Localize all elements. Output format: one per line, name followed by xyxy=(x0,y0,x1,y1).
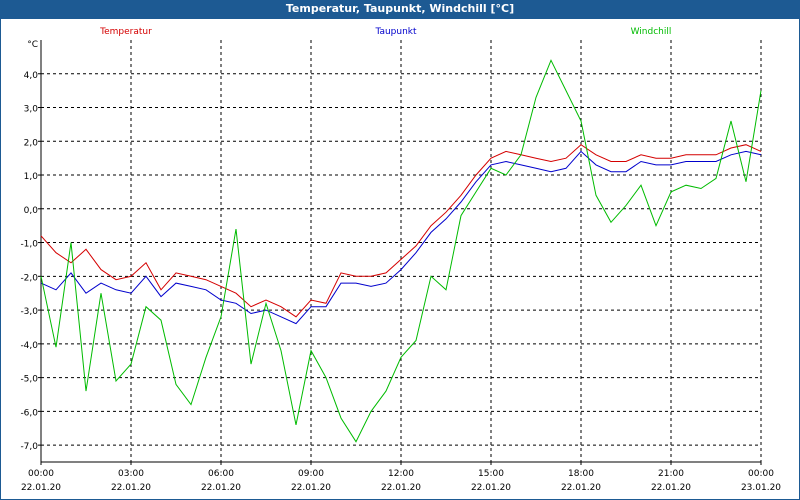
chart-frame: 4,0 3,0 2,0 1,0 0,0 -1,0 -2,0 -3,0 -4,0 -5,0 -6,0 -… xyxy=(0,18,800,500)
x-tick-time-label: 12:00 xyxy=(388,469,414,479)
x-tick-time-label: 09:00 xyxy=(298,469,324,479)
x-tick-time-label: 00:00 xyxy=(748,469,774,479)
y-tick-label: -3,0 xyxy=(20,307,38,317)
x-tick-date-label: 22.01.20 xyxy=(471,483,511,493)
y-tick-label: -2,0 xyxy=(20,273,38,283)
x-tick-time-label: 06:00 xyxy=(208,469,234,479)
chart-title-bar: Temperatur, Taupunkt, Windchill [°C] xyxy=(0,0,800,18)
y-tick-label: -4,0 xyxy=(20,341,38,351)
x-tick-date-label: 22.01.20 xyxy=(561,483,601,493)
legend-label-windchill: Windchill xyxy=(631,27,672,37)
y-tick-label: 0,0 xyxy=(24,206,39,216)
y-tick-label: -5,0 xyxy=(20,375,38,385)
x-tick-time-label: 18:00 xyxy=(568,469,594,479)
x-tick-date-label: 22.01.20 xyxy=(21,483,61,493)
x-tick-date-label: 22.01.20 xyxy=(381,483,421,493)
y-tick-label: -7,0 xyxy=(20,442,38,452)
x-tick-date-label: 22.01.20 xyxy=(651,483,691,493)
y-tick-label: 3,0 xyxy=(24,105,39,115)
x-tick-date-label: 22.01.20 xyxy=(291,483,331,493)
x-tick-time-label: 00:00 xyxy=(28,469,54,479)
series-line-taupunkt xyxy=(40,150,762,325)
line-chart: 4,0 3,0 2,0 1,0 0,0 -1,0 -2,0 -3,0 -4,0 -5,0 -6,0 -… xyxy=(20,27,781,493)
y-tick-label: 2,0 xyxy=(24,138,39,148)
x-tick-date-label: 22.01.20 xyxy=(201,483,241,493)
y-tick-label: -1,0 xyxy=(20,240,38,250)
x-tick-time-label: 03:00 xyxy=(118,469,144,479)
y-tick-label: 4,0 xyxy=(24,71,39,81)
x-tick-time-label: 15:00 xyxy=(478,469,504,479)
y-unit-label: °C xyxy=(27,40,38,50)
x-tick-date-label: 22.01.20 xyxy=(111,483,151,493)
y-tick-label: 1,0 xyxy=(24,172,39,182)
x-tick-time-label: 21:00 xyxy=(658,469,684,479)
x-tick-date-label: 23.01.20 xyxy=(741,483,781,493)
legend-label-temperatur: Temperatur xyxy=(99,27,152,37)
chart-title: Temperatur, Taupunkt, Windchill [°C] xyxy=(285,2,515,15)
series-line-temperatur xyxy=(40,144,762,318)
y-tick-label: -6,0 xyxy=(20,408,38,418)
legend-label-taupunkt: Taupunkt xyxy=(374,27,417,37)
